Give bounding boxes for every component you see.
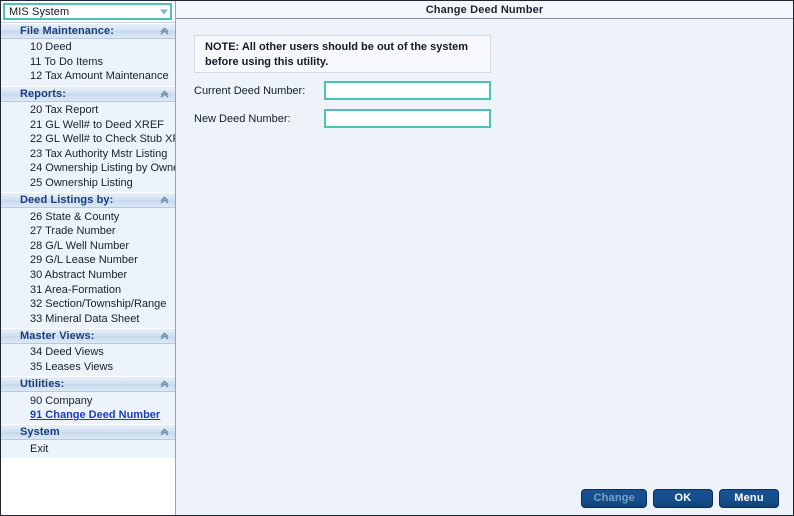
sidebar-section-body-reports: 20 Tax Report 21 GL Well# to Deed XREF 22 … [1,101,175,193]
form-area: NOTE: All other users should be out of t… [176,19,793,481]
sidebar-section-body-master-views: 34 Deed Views 35 Leases Views [1,344,175,377]
main-pane: Change Deed Number NOTE: All other users… [176,1,793,515]
sidebar-section-label: Deed Listings by: [20,194,114,207]
sidebar-item[interactable]: 31 Area-Formation [1,282,175,297]
sidebar-item[interactable]: 29 G/L Lease Number [1,253,175,268]
sidebar-section-body-system: Exit [1,440,175,459]
sidebar-item[interactable]: Exit [1,441,175,456]
sidebar-section-header-deed-listings-by[interactable]: Deed Listings by: [1,192,175,209]
sidebar-item[interactable]: 30 Abstract Number [1,268,175,283]
sidebar-section-label: Master Views: [20,330,95,343]
double-chevron-up-icon[interactable] [159,427,170,438]
sidebar-item[interactable]: 11 To Do Items [1,55,175,70]
double-chevron-up-icon[interactable] [159,195,170,206]
sidebar: MIS System File Maintenance: 10 Deed 11 To… [1,1,176,515]
double-chevron-up-icon[interactable] [159,26,170,37]
change-button[interactable]: Change [581,488,647,508]
double-chevron-up-icon[interactable] [159,331,170,342]
note-box: NOTE: All other users should be out of t… [194,35,491,73]
sidebar-section-label: Utilities: [20,378,65,391]
sidebar-item[interactable]: 26 State & County [1,209,175,224]
system-selector-value[interactable]: MIS System [3,3,172,20]
system-selector[interactable]: MIS System [3,3,172,20]
sidebar-item[interactable]: 24 Ownership Listing by Owner [1,161,175,176]
page-title: Change Deed Number [176,1,793,19]
new-deed-number-label: New Deed Number: [194,112,291,125]
sidebar-item[interactable]: 33 Mineral Data Sheet [1,312,175,327]
sidebar-section-body-utilities: 90 Company 91 Change Deed Number [1,392,175,425]
button-bar: Change OK Menu [176,481,793,515]
sidebar-section-body-file-maintenance: 10 Deed 11 To Do Items 12 Tax Amount Maint… [1,39,175,86]
sidebar-item[interactable]: 34 Deed Views [1,345,175,360]
sidebar-item[interactable]: 20 Tax Report [1,103,175,118]
sidebar-section-header-file-maintenance[interactable]: File Maintenance: [1,23,175,39]
sidebar-item[interactable]: 12 Tax Amount Maintenance [1,69,175,84]
sidebar-item[interactable]: 21 GL Well# to Deed XREF [1,117,175,132]
navigation-list: File Maintenance: 10 Deed 11 To Do Items 12… [1,22,175,515]
sidebar-item[interactable]: 25 Ownership Listing [1,176,175,191]
sidebar-section-header-master-views[interactable]: Master Views: [1,328,175,345]
sidebar-section-label: System [20,426,60,439]
ok-button[interactable]: OK [653,488,713,508]
note-line-2: before using this utility. [205,56,329,68]
field-row-current-deed-number: Current Deed Number: [194,81,491,100]
current-deed-number-label: Current Deed Number: [194,84,306,97]
sidebar-section-header-reports[interactable]: Reports: [1,85,175,102]
menu-button[interactable]: Menu [719,488,779,508]
sidebar-item[interactable]: 10 Deed [1,40,175,55]
sidebar-section-body-deed-listings-by: 26 State & County 27 Trade Number 28 G/L W… [1,208,175,329]
new-deed-number-input[interactable] [324,109,491,128]
application-window: MIS System File Maintenance: 10 Deed 11 To… [0,0,794,516]
current-deed-number-input[interactable] [324,81,491,100]
sidebar-section-label: Reports: [20,87,67,100]
sidebar-item[interactable]: 91 Change Deed Number [1,408,175,423]
sidebar-item[interactable]: 28 G/L Well Number [1,239,175,254]
sidebar-item[interactable]: 27 Trade Number [1,224,175,239]
field-row-new-deed-number: New Deed Number: [194,109,491,128]
sidebar-section-header-utilities[interactable]: Utilities: [1,376,175,393]
sidebar-item[interactable]: 22 GL Well# to Check Stub XREF [1,132,175,147]
sidebar-section-header-system[interactable]: System [1,424,175,441]
note-line-1: NOTE: All other users should be out of t… [205,41,469,53]
sidebar-item[interactable]: 23 Tax Authority Mstr Listing [1,147,175,162]
double-chevron-up-icon[interactable] [159,88,170,99]
sidebar-item[interactable]: 35 Leases Views [1,360,175,375]
chevron-down-icon[interactable] [160,9,168,14]
double-chevron-up-icon[interactable] [159,379,170,390]
sidebar-section-label: File Maintenance: [20,25,114,37]
sidebar-item[interactable]: 32 Section/Township/Range [1,297,175,312]
sidebar-item[interactable]: 90 Company [1,393,175,408]
